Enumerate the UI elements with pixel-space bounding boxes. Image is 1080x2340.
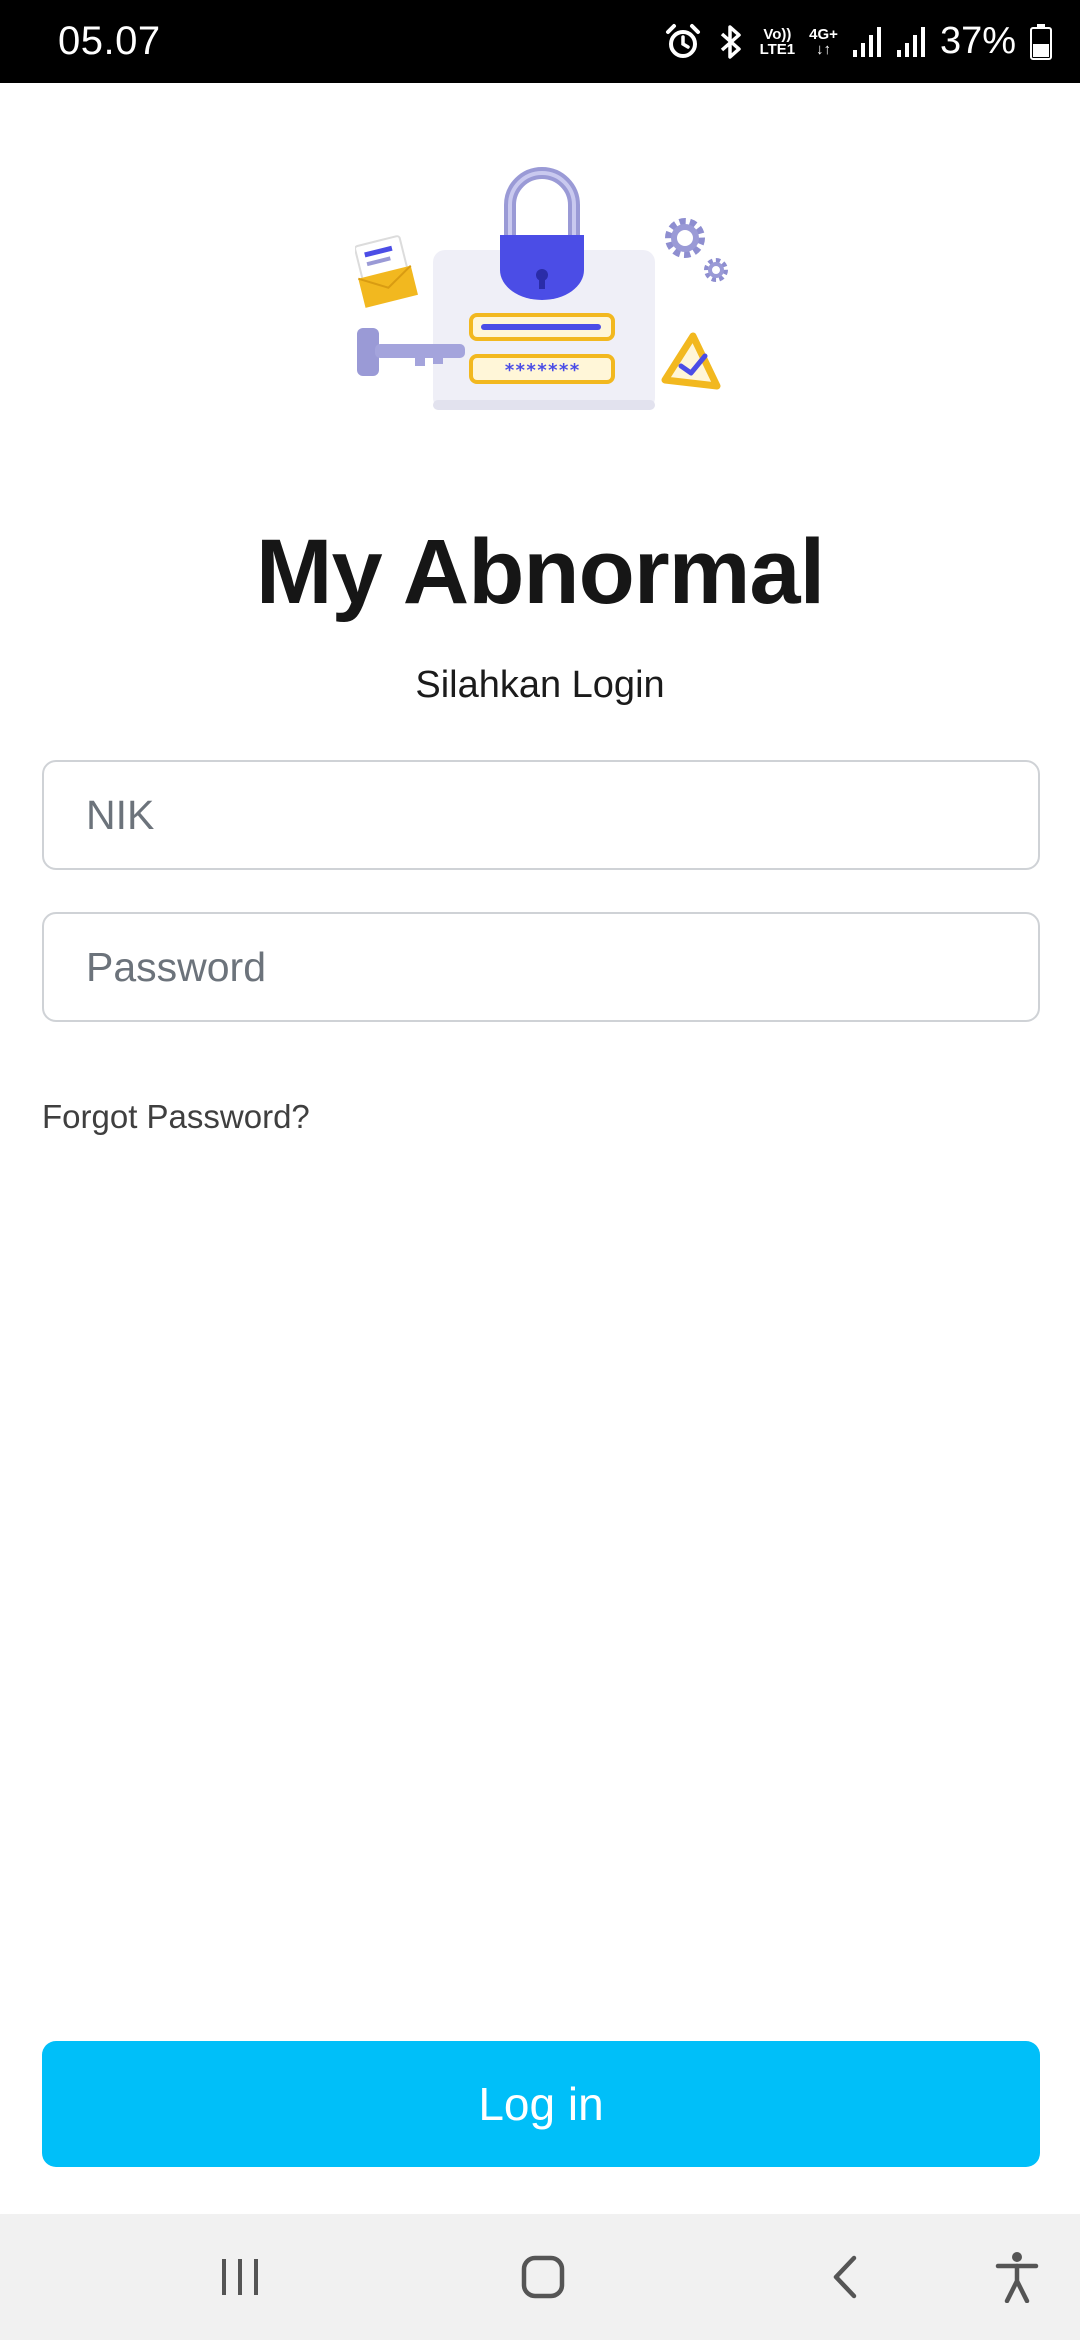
login-subtitle: Silahkan Login <box>415 664 665 706</box>
accessibility-button[interactable] <box>985 2214 1049 2340</box>
back-button[interactable] <box>810 2214 880 2340</box>
status-time: 05.07 <box>58 19 161 63</box>
padlock-icon <box>500 167 584 300</box>
nik-input[interactable] <box>42 760 1040 870</box>
status-bar: 05.07 Vo)) LTE1 4G+ ↓↑ 37% <box>0 0 1080 83</box>
alarm-icon <box>664 23 702 61</box>
login-screen: 05.07 Vo)) LTE1 4G+ ↓↑ 37% ******* My Ab… <box>0 0 1080 2340</box>
gear-icon <box>665 218 728 282</box>
battery-icon <box>1030 23 1052 60</box>
login-button[interactable]: Log in <box>42 2041 1040 2167</box>
login-illustration: ******* <box>355 167 728 410</box>
volte-line2: LTE1 <box>759 40 796 58</box>
network-type: 4G+ <box>809 25 838 43</box>
password-input[interactable] <box>42 912 1040 1022</box>
back-icon <box>833 2255 857 2299</box>
warning-check-icon <box>661 332 721 390</box>
accessibility-icon <box>995 2252 1039 2303</box>
signal-icon <box>852 26 882 58</box>
password-mask: ******* <box>504 360 580 381</box>
navigation-bar <box>0 2214 1080 2340</box>
envelope-icon <box>355 235 418 308</box>
data-4g-icon: 4G+ ↓↑ <box>809 25 838 58</box>
status-icons: Vo)) LTE1 4G+ ↓↑ 37% <box>664 20 1052 63</box>
recents-icon <box>222 2259 258 2295</box>
home-icon <box>521 2255 565 2299</box>
volte-icon: Vo)) LTE1 <box>760 27 796 57</box>
recents-button[interactable] <box>200 2214 280 2340</box>
signal-icon <box>896 26 926 58</box>
home-button[interactable] <box>500 2214 586 2340</box>
battery-percent: 37% <box>939 20 1016 62</box>
bluetooth-icon <box>716 23 746 61</box>
forgot-password-link[interactable]: Forgot Password? <box>42 1098 310 1136</box>
app-title: My Abnormal <box>255 521 825 623</box>
